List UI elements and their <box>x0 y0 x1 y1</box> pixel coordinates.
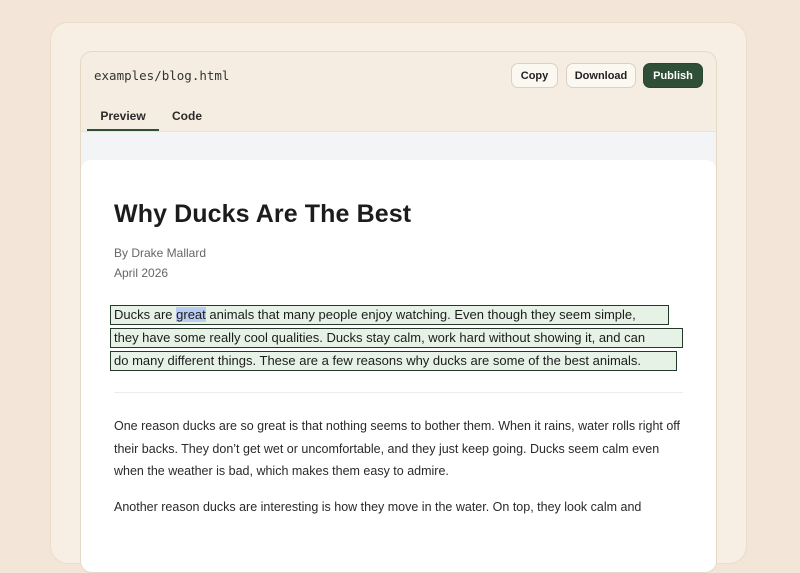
selected-word[interactable]: great <box>176 307 206 322</box>
intro-line-1-pre: Ducks are <box>114 307 177 322</box>
article-byline: By Drake Mallard <box>114 246 207 260</box>
view-tabs: Preview Code <box>81 102 716 132</box>
article-title: Why Ducks Are The Best <box>114 200 412 228</box>
paragraph-1: One reason ducks are so great is that no… <box>114 419 681 478</box>
preview-area: Why Ducks Are The Best By Drake Mallard … <box>81 131 716 572</box>
section-divider <box>114 392 683 393</box>
intro-line-1-post: animals that many people enjoy watching.… <box>205 307 636 322</box>
download-button[interactable]: Download <box>566 63 636 88</box>
toolbar: examples/blog.html Copy Download Publish <box>81 52 716 100</box>
paragraph-2: Another reason ducks are interesting is … <box>114 500 642 514</box>
intro-line-3[interactable]: do many different things. These are a fe… <box>110 351 677 371</box>
intro-line-1[interactable]: Ducks are great animals that many people… <box>110 305 669 325</box>
file-path: examples/blog.html <box>94 68 230 83</box>
copy-button[interactable]: Copy <box>511 63 558 88</box>
editor-window: examples/blog.html Copy Download Publish… <box>80 51 717 573</box>
publish-button[interactable]: Publish <box>643 63 703 88</box>
article-date: April 2026 <box>114 266 169 280</box>
tab-code[interactable]: Code <box>165 102 209 129</box>
article-page: Why Ducks Are The Best By Drake Mallard … <box>81 160 716 572</box>
intro-line-2[interactable]: they have some really cool qualities. Du… <box>110 328 683 348</box>
tab-preview[interactable]: Preview <box>87 102 159 131</box>
